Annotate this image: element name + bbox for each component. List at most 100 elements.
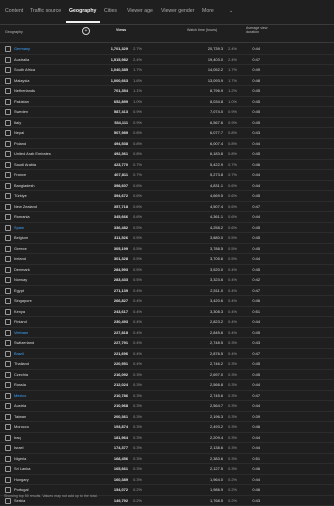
row-checkbox[interactable] — [5, 267, 11, 273]
watch-time-percent: 0.4% — [225, 351, 237, 356]
row-checkbox[interactable] — [5, 99, 11, 105]
row-checkbox[interactable] — [5, 298, 11, 304]
watch-time-value: 3,880.0 — [202, 235, 223, 240]
tab-more[interactable]: More — [202, 8, 214, 14]
views-value: 301,328 — [108, 256, 128, 261]
row-checkbox[interactable] — [5, 204, 11, 210]
row-checkbox[interactable] — [5, 277, 11, 283]
row-checkbox[interactable] — [5, 120, 11, 126]
country-name: Morocco — [14, 424, 29, 429]
row-checkbox[interactable] — [5, 225, 11, 231]
watch-time-percent: 0.3% — [225, 445, 237, 450]
watch-time-percent: 0.6% — [225, 193, 237, 198]
chevron-down-icon[interactable]: ⌄ — [229, 8, 233, 14]
tab-cities[interactable]: Cities — [104, 8, 117, 14]
watch-time-percent: 0.6% — [225, 214, 237, 219]
row-checkbox[interactable] — [5, 414, 11, 420]
row-checkbox[interactable] — [5, 340, 11, 346]
views-value: 357,718 — [108, 204, 128, 209]
row-checkbox[interactable] — [5, 109, 11, 115]
row-checkbox[interactable] — [5, 67, 11, 73]
country-name: Sweden — [14, 109, 28, 114]
watch-time-value: 1,768.5 — [202, 498, 223, 503]
row-checkbox[interactable] — [5, 372, 11, 378]
views-percent: 0.2% — [130, 498, 142, 503]
table-footer-note: Showing top 50 results. Values may not a… — [4, 494, 98, 498]
watch-time-value: 4,258.2 — [202, 225, 223, 230]
row-checkbox[interactable] — [5, 403, 11, 409]
row-checkbox[interactable] — [5, 141, 11, 147]
tab-viewer-gender[interactable]: Viewer gender — [161, 8, 194, 14]
row-checkbox[interactable] — [5, 78, 11, 84]
views-value: 221,696 — [108, 351, 128, 356]
row-checkbox[interactable] — [5, 288, 11, 294]
row-checkbox[interactable] — [5, 151, 11, 157]
views-value: 193,874 — [108, 424, 128, 429]
avg-view-duration-value: 0:44 — [246, 435, 260, 440]
avg-view-duration-value: 0:51 — [246, 309, 260, 314]
column-header-views[interactable]: Views — [116, 28, 126, 32]
views-percent: 0.3% — [130, 403, 142, 408]
row-checkbox[interactable] — [5, 183, 11, 189]
row-checkbox[interactable] — [5, 319, 11, 325]
watch-time-percent: 0.4% — [225, 319, 237, 324]
add-metric-icon[interactable]: + — [82, 27, 90, 35]
watch-time-value: 8,034.8 — [202, 99, 223, 104]
country-name: Saudi Arabia — [14, 162, 36, 167]
country-name: South Africa — [14, 67, 35, 72]
row-checkbox[interactable] — [5, 456, 11, 462]
views-percent: 0.5% — [130, 246, 142, 251]
views-value: 336,482 — [108, 225, 128, 230]
row-checkbox[interactable] — [5, 57, 11, 63]
row-checkbox[interactable] — [5, 424, 11, 430]
row-checkbox[interactable] — [5, 361, 11, 367]
column-header-watch-time[interactable]: Watch time (hours) — [187, 28, 217, 32]
country-name: Belgium — [14, 235, 28, 240]
row-checkbox[interactable] — [5, 193, 11, 199]
watch-time-value: 19,403.0 — [202, 57, 223, 62]
row-checkbox[interactable] — [5, 466, 11, 472]
row-checkbox[interactable] — [5, 487, 11, 493]
row-checkbox[interactable] — [5, 235, 11, 241]
views-value: 227,818 — [108, 330, 128, 335]
watch-time-value: 20,739.3 — [202, 46, 223, 51]
row-checkbox[interactable] — [5, 162, 11, 168]
row-checkbox[interactable] — [5, 256, 11, 262]
avg-view-duration-value: 0:44 — [246, 382, 260, 387]
country-name: Czechia — [14, 372, 28, 377]
tab-viewer-age[interactable]: Viewer age — [127, 8, 153, 14]
watch-time-percent: 0.3% — [225, 361, 237, 366]
tab-content[interactable]: Content — [5, 8, 23, 14]
row-checkbox[interactable] — [5, 330, 11, 336]
views-percent: 1.1% — [130, 88, 142, 93]
watch-time-percent: 0.5% — [225, 256, 237, 261]
tab-traffic-source[interactable]: Traffic source — [30, 8, 61, 14]
row-checkbox[interactable] — [5, 130, 11, 136]
column-header-geography[interactable]: Geography — [5, 30, 23, 34]
row-checkbox[interactable] — [5, 498, 11, 504]
row-checkbox[interactable] — [5, 351, 11, 357]
country-name: Hungary — [14, 477, 29, 482]
watch-time-value: 2,383.6 — [202, 456, 223, 461]
row-checkbox[interactable] — [5, 477, 11, 483]
country-name: New Zealand — [14, 204, 37, 209]
views-percent: 1.0% — [130, 99, 142, 104]
row-checkbox[interactable] — [5, 214, 11, 220]
views-value: 534,111 — [108, 120, 128, 125]
watch-time-percent: 0.3% — [225, 435, 237, 440]
row-checkbox[interactable] — [5, 88, 11, 94]
avg-view-duration-value: 0:44 — [246, 141, 260, 146]
row-checkbox[interactable] — [5, 46, 11, 52]
row-checkbox[interactable] — [5, 445, 11, 451]
row-checkbox[interactable] — [5, 172, 11, 178]
views-value: 701,354 — [108, 88, 128, 93]
row-checkbox[interactable] — [5, 382, 11, 388]
watch-time-percent: 0.4% — [225, 298, 237, 303]
row-checkbox[interactable] — [5, 246, 11, 252]
row-checkbox[interactable] — [5, 393, 11, 399]
row-checkbox[interactable] — [5, 435, 11, 441]
row-checkbox[interactable] — [5, 309, 11, 315]
column-header-avg-view-duration[interactable]: Average view duration — [246, 26, 280, 34]
country-name: France — [14, 172, 26, 177]
tab-geography[interactable]: Geography — [69, 8, 96, 14]
